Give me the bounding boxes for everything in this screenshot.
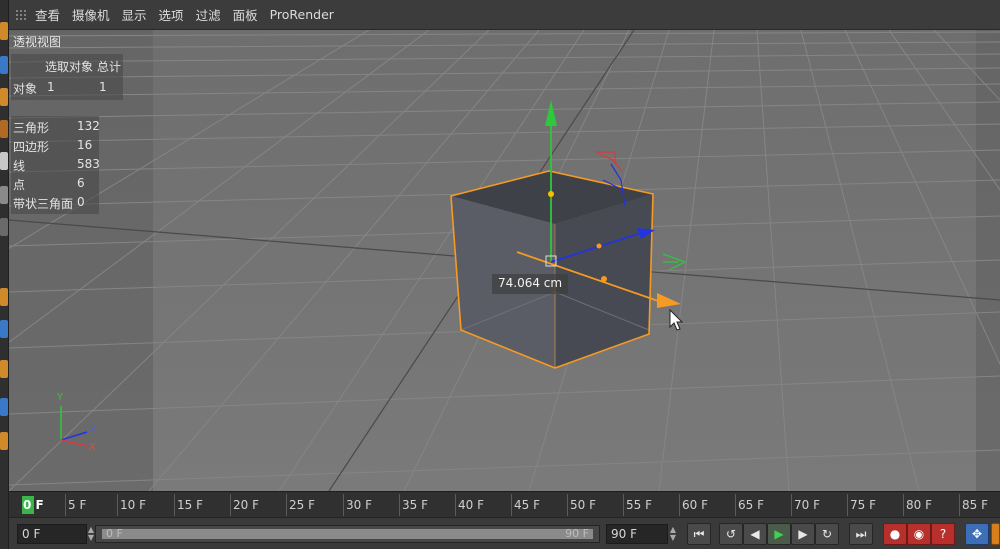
end-frame-spinner[interactable]: ▲ ▼: [669, 526, 677, 542]
next-key-icon: ↻: [821, 527, 833, 541]
record-button[interactable]: ●: [883, 523, 907, 545]
go-to-start-icon: ⏮: [693, 526, 705, 541]
next-frame-icon: ▶: [798, 527, 808, 541]
timeline-label: 70 F: [794, 498, 820, 512]
hud-object-total: 1: [99, 80, 107, 94]
menu-prorender[interactable]: ProRender: [270, 7, 334, 22]
timeline-label: 20 F: [233, 498, 259, 512]
previous-key-icon: ↺: [725, 527, 737, 541]
timeline-label: 50 F: [570, 498, 596, 512]
viewport-title: 透视视图: [13, 35, 62, 49]
distance-readout: 74.064 cm: [492, 274, 569, 294]
preview-range-slider[interactable]: 0 F 90 F: [95, 525, 600, 543]
tool-icon[interactable]: [0, 288, 8, 306]
cube-object[interactable]: [450, 170, 654, 369]
axis-label-z: Z: [89, 424, 96, 435]
tool-icon[interactable]: [0, 360, 8, 378]
tool-icon[interactable]: [0, 152, 8, 170]
timeline-label: 30 F: [346, 498, 372, 512]
end-frame-field[interactable]: 90 F: [606, 524, 668, 544]
timeline-label: 5 F: [68, 498, 87, 512]
timeline-label: 80 F: [906, 498, 932, 512]
viewport-scene: [9, 30, 1000, 491]
timeline-label: 10 F: [120, 498, 146, 512]
range-start-label: 0 F: [106, 527, 123, 540]
hud-stat-value: 6: [77, 176, 85, 190]
next-key-button[interactable]: ↻: [815, 523, 839, 545]
timeline-label: 60 F: [682, 498, 708, 512]
hud-stat-value: 16: [77, 138, 93, 152]
hud-object-label: 对象: [13, 82, 38, 96]
tool-icon[interactable]: [0, 186, 8, 204]
grip-icon[interactable]: [15, 8, 27, 21]
autokey-icon: ◉: [913, 527, 925, 541]
tool-icon[interactable]: [0, 218, 8, 236]
perspective-viewport[interactable]: 透视视图 选取对象 总计 对象 1 1 三角形 132 四边形 16 线 583…: [9, 30, 1000, 491]
play-icon: ▶: [774, 527, 784, 541]
menu-panel[interactable]: 面板: [233, 5, 258, 24]
hud-stat-label: 三角形: [13, 121, 50, 135]
menu-filter[interactable]: 过滤: [196, 5, 221, 24]
transport-bar: 0 F ▲ ▼ 0 F 90 F 90 F ▲ ▼ ⏮ ↺ ◀ ▶ ▶ ↻ ⏭ ● …: [9, 517, 1000, 549]
tool-icon[interactable]: [0, 88, 8, 106]
timeline-label: 85 F: [962, 498, 988, 512]
preview-range-fill[interactable]: [102, 529, 593, 539]
axis-label-x: X: [89, 442, 96, 453]
go-to-start-button[interactable]: ⏮: [687, 523, 711, 545]
go-to-end-button[interactable]: ⏭: [849, 523, 873, 545]
menu-options[interactable]: 选项: [159, 5, 184, 24]
menu-display[interactable]: 显示: [122, 5, 147, 24]
timeline-label: 75 F: [850, 498, 876, 512]
tool-icon[interactable]: [0, 432, 8, 450]
tool-icon[interactable]: [0, 22, 8, 40]
hud-object-selected: 1: [47, 80, 55, 94]
hud-stat-label: 带状三角面: [13, 197, 74, 211]
timeline-label: 15 F: [177, 498, 203, 512]
tool-icon[interactable]: [0, 398, 8, 416]
keyframe-help-icon: ?: [939, 527, 947, 541]
tool-icon[interactable]: [0, 320, 8, 338]
timeline-label: 25 F: [289, 498, 315, 512]
menu-camera[interactable]: 摄像机: [72, 5, 110, 24]
hud-stat-value: 0: [77, 195, 85, 209]
hud-stat-value: 132: [77, 119, 100, 133]
go-to-end-icon: ⏭: [855, 526, 867, 541]
timeline-label: 65 F: [738, 498, 764, 512]
left-tool-strip: [0, 0, 9, 549]
hud-stat-label: 四边形: [13, 140, 50, 154]
previous-frame-icon: ◀: [750, 527, 760, 541]
previous-frame-button[interactable]: ◀: [743, 523, 767, 545]
hud-object-stats: 选取对象 总计 对象 1 1: [11, 54, 123, 100]
tool-icon[interactable]: [0, 56, 8, 74]
menu-view[interactable]: 查看: [35, 5, 60, 24]
hud-mesh-stats: 三角形 132 四边形 16 线 583 点 6 带状三角面 0: [11, 116, 100, 214]
current-frame-field[interactable]: 0 F: [17, 524, 87, 544]
current-frame-spinner[interactable]: ▲ ▼: [87, 526, 95, 542]
move-button[interactable]: ✥: [965, 523, 989, 545]
range-end-label: 90 F: [565, 527, 589, 540]
timeline-current-label: 0 F: [23, 498, 44, 512]
record-icon: ●: [889, 527, 901, 541]
timeline-ruler[interactable]: 0 F 5 F 10 F 15 F 20 F 25 F 30 F 35 F 40…: [9, 491, 1000, 517]
timeline-label: 40 F: [458, 498, 484, 512]
play-button[interactable]: ▶: [767, 523, 791, 545]
timeline-label: 55 F: [626, 498, 652, 512]
hud-stat-label: 点: [13, 178, 26, 192]
next-frame-button[interactable]: ▶: [791, 523, 815, 545]
autokey-button[interactable]: ◉: [907, 523, 931, 545]
previous-key-button[interactable]: ↺: [719, 523, 743, 545]
viewport-menubar: 查看 摄像机 显示 选项 过滤 面板 ProRender: [9, 0, 1000, 30]
hud-stat-label: 线: [13, 159, 26, 173]
hud-col-selected: 选取对象: [45, 60, 94, 74]
hud-col-total: 总计: [97, 60, 122, 74]
keyframe-help-button[interactable]: ?: [931, 523, 955, 545]
move-icon: ✥: [971, 527, 983, 541]
timeline-label: 35 F: [402, 498, 428, 512]
axis-label-y: Y: [57, 392, 64, 403]
scale-button[interactable]: [991, 523, 1000, 545]
timeline-label: 45 F: [514, 498, 540, 512]
tool-icon[interactable]: [0, 120, 8, 138]
hud-stat-value: 583: [77, 157, 100, 171]
